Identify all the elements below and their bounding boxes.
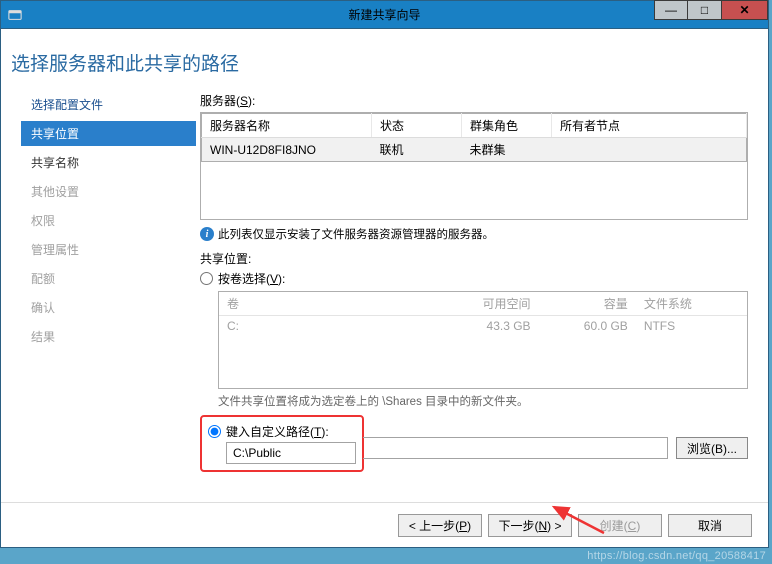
cancel-button[interactable]: 取消 — [668, 514, 752, 537]
volume-listbox: 卷 可用空间 容量 文件系统 C: 43.3 GB 60.0 GB NTFS — [218, 291, 748, 389]
browse-button[interactable]: 浏览(B)... — [676, 437, 748, 459]
prev-button[interactable]: < 上一步(P) — [398, 514, 482, 537]
volume-row: C: 43.3 GB 60.0 GB NTFS — [219, 316, 747, 337]
server-row[interactable]: WIN-U12D8FI8JNO 联机 未群集 — [202, 138, 747, 162]
radio-custom-path[interactable]: 键入自定义路径(T): — [208, 423, 356, 440]
cell-status: 联机 — [372, 138, 462, 162]
cell-owner — [552, 138, 747, 162]
step-profile[interactable]: 选择配置文件 — [21, 92, 196, 117]
info-text: 此列表仅显示安装了文件服务器资源管理器的服务器。 — [218, 226, 494, 242]
titlebar: 新建共享向导 — □ ✕ — [1, 1, 768, 29]
main-panel: 服务器(S): 服务器名称 状态 群集角色 所有者节点 WIN-U12D8FI8… — [196, 92, 748, 472]
steps-sidebar: 选择配置文件 共享位置 共享名称 其他设置 权限 管理属性 配额 确认 结果 — [21, 92, 196, 472]
cell-fs: NTFS — [636, 316, 747, 337]
close-button[interactable]: ✕ — [722, 0, 768, 20]
custom-path-highlight: 键入自定义路径(T): — [200, 415, 364, 472]
radio-custom-path-input[interactable] — [208, 425, 221, 438]
cell-role: 未群集 — [462, 138, 552, 162]
col-server-name[interactable]: 服务器名称 — [202, 114, 372, 138]
window-controls: — □ ✕ — [654, 0, 768, 20]
col-role[interactable]: 群集角色 — [462, 114, 552, 138]
col-fs: 文件系统 — [636, 292, 747, 316]
page-title: 选择服务器和此共享的路径 — [1, 49, 768, 76]
titlebar-title: 新建共享向导 — [348, 6, 420, 23]
server-listbox[interactable]: 服务器名称 状态 群集角色 所有者节点 WIN-U12D8FI8JNO 联机 未… — [200, 112, 748, 220]
watermark: https://blog.csdn.net/qq_20588417 — [587, 550, 766, 562]
footer: < 上一步(P) 下一步(N) > 创建(C) 取消 — [1, 502, 768, 547]
minimize-button[interactable]: — — [654, 0, 688, 20]
col-vol: 卷 — [219, 292, 441, 316]
step-perm: 权限 — [21, 208, 196, 233]
col-owner[interactable]: 所有者节点 — [552, 114, 747, 138]
col-status[interactable]: 状态 — [372, 114, 462, 138]
path-input[interactable] — [226, 442, 356, 464]
create-button: 创建(C) — [578, 514, 662, 537]
step-name: 共享名称 — [21, 150, 196, 175]
step-other: 其他设置 — [21, 179, 196, 204]
info-row: i 此列表仅显示安装了文件服务器资源管理器的服务器。 — [200, 226, 748, 242]
col-cap: 容量 — [539, 292, 636, 316]
radio-by-volume-input[interactable] — [200, 272, 213, 285]
col-free: 可用空间 — [441, 292, 538, 316]
next-button[interactable]: 下一步(N) > — [488, 514, 572, 537]
step-confirm: 确认 — [21, 295, 196, 320]
cell-free: 43.3 GB — [441, 316, 538, 337]
step-mgmt: 管理属性 — [21, 237, 196, 262]
step-quota: 配额 — [21, 266, 196, 291]
cell-server-name: WIN-U12D8FI8JNO — [202, 138, 372, 162]
info-icon: i — [200, 227, 214, 241]
radio-by-volume[interactable]: 按卷选择(V): — [200, 270, 748, 287]
app-icon — [7, 7, 23, 23]
wizard-window: 新建共享向导 — □ ✕ 选择服务器和此共享的路径 选择配置文件 共享位置 共享… — [0, 0, 769, 548]
location-label: 共享位置: — [200, 250, 748, 267]
cell-vol: C: — [219, 316, 441, 337]
step-result: 结果 — [21, 324, 196, 349]
cell-cap: 60.0 GB — [539, 316, 636, 337]
share-hint: 文件共享位置将成为选定卷上的 \Shares 目录中的新文件夹。 — [218, 393, 748, 409]
maximize-button[interactable]: □ — [688, 0, 722, 20]
step-location[interactable]: 共享位置 — [21, 121, 196, 146]
server-label: 服务器(S): — [200, 92, 748, 109]
